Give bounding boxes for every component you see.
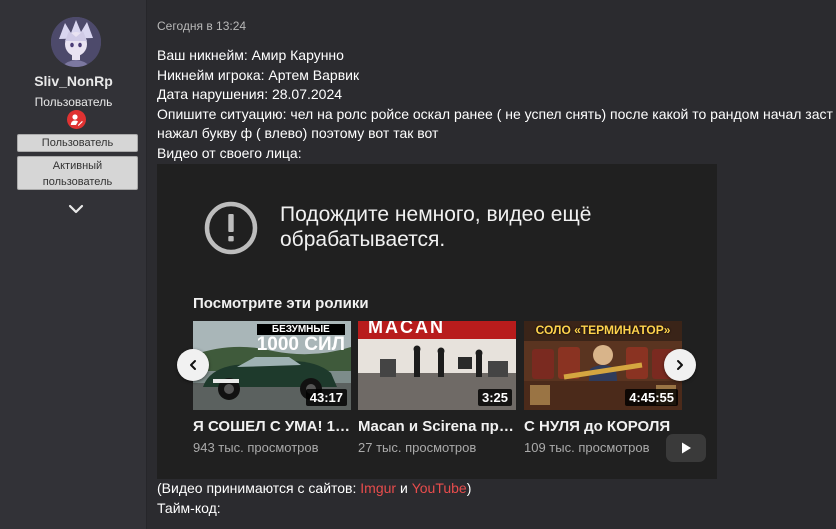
video-views: 943 тыс. просмотров <box>193 440 319 455</box>
expand-user-info-button[interactable] <box>67 202 85 216</box>
video-duration: 4:45:55 <box>625 389 678 406</box>
video-thumbnail[interactable]: БЕЗУМНЫЕ 1000 СИЛ 43:17 <box>193 321 351 410</box>
timecode-label: Тайм-код: <box>157 499 221 516</box>
processing-message: Подождите немного, видео ещё обрабатывае… <box>280 203 592 251</box>
video-thumbnail[interactable]: MACAN 3:25 <box>358 321 516 410</box>
post-line-nickname: Ваш никнейм: Амир Карунно <box>157 47 344 63</box>
play-icon <box>682 442 691 454</box>
chevron-left-icon <box>190 360 196 370</box>
post-line-situation-cont: нажал букву ф ( влево) поэтому вот так в… <box>157 125 439 141</box>
carousel-prev-button[interactable] <box>177 349 209 381</box>
video-thumbnail[interactable]: СОЛО «ТЕРМИНАТОР» 4:45:55 <box>524 321 682 410</box>
post-footer-text: (Видео принимаются с сайтов: Imgur и You… <box>157 479 471 518</box>
video-title[interactable]: С НУЛЯ до КОРОЛЯ <box>524 418 682 435</box>
imgur-link[interactable]: Imgur <box>360 480 396 496</box>
video-views: 27 тыс. просмотров <box>358 440 477 455</box>
alert-icon <box>204 201 258 255</box>
video-title[interactable]: Я СОШЕЛ С УМА! 1000 СИЛ <box>193 418 351 435</box>
video-duration: 3:25 <box>477 389 512 406</box>
thumbnail-overlay-text: СОЛО «ТЕРМИНАТОР» <box>535 323 671 337</box>
youtube-logo-button[interactable] <box>666 434 706 462</box>
youtube-embed[interactable]: Подождите немного, видео ещё обрабатывае… <box>157 164 717 479</box>
user-badge-icon[interactable] <box>67 110 86 129</box>
carousel-next-button[interactable] <box>664 349 696 381</box>
suggested-video-card[interactable]: СОЛО «ТЕРМИНАТОР» 4:45:55 С НУЛЯ до КОРО… <box>524 321 682 455</box>
post-line-video-label: Видео от своего лица: <box>157 144 302 161</box>
youtube-link[interactable]: YouTube <box>412 480 467 496</box>
user-banner-active: Активный пользователь <box>17 156 138 190</box>
avatar-image-icon <box>51 17 101 67</box>
thumbnail-overlay-text: MACAN <box>368 321 445 337</box>
post-line-player: Никнейм игрока: Артем Варвик <box>157 66 360 83</box>
post-line-situation: Опишите ситуацию: чел на ролс ройсе оска… <box>157 105 833 122</box>
thumbnail-overlay-text: БЕЗУМНЫЕ 1000 СИЛ <box>256 324 345 355</box>
post-line-date: Дата нарушения: 28.07.2024 <box>157 86 343 102</box>
suggested-heading: Посмотрите эти ролики <box>193 295 369 312</box>
message-content-column: Сегодня в 13:24 Ваш никнейм: Амир Карунн… <box>148 0 836 529</box>
post-body: Ваш никнейм: Амир Карунно Никнейм игрока… <box>157 46 836 163</box>
suggested-video-card[interactable]: MACAN 3:25 Macan и Scirena премьера 27 т… <box>358 321 516 455</box>
user-banner-member: Пользователь <box>17 134 138 152</box>
avatar[interactable] <box>51 17 101 67</box>
video-views: 109 тыс. просмотров <box>524 440 650 455</box>
video-title[interactable]: Macan и Scirena премьера <box>358 418 516 435</box>
username-link[interactable]: Sliv_NonRp <box>0 73 147 89</box>
post-date-link[interactable]: Сегодня в 13:24 <box>157 19 246 33</box>
user-title: Пользователь <box>34 95 113 109</box>
accepted-sites-line: (Видео принимаются с сайтов: Imgur и You… <box>157 480 472 496</box>
chevron-down-icon <box>68 204 84 214</box>
video-duration: 43:17 <box>305 389 347 406</box>
suggested-video-card[interactable]: БЕЗУМНЫЕ 1000 СИЛ 43:17 Я СОШЕЛ С УМА! 1… <box>193 321 351 455</box>
user-edit-icon <box>70 114 83 126</box>
chevron-right-icon <box>677 360 683 370</box>
message-user-column: Sliv_NonRp Пользователь Пользователь Акт… <box>0 0 147 529</box>
